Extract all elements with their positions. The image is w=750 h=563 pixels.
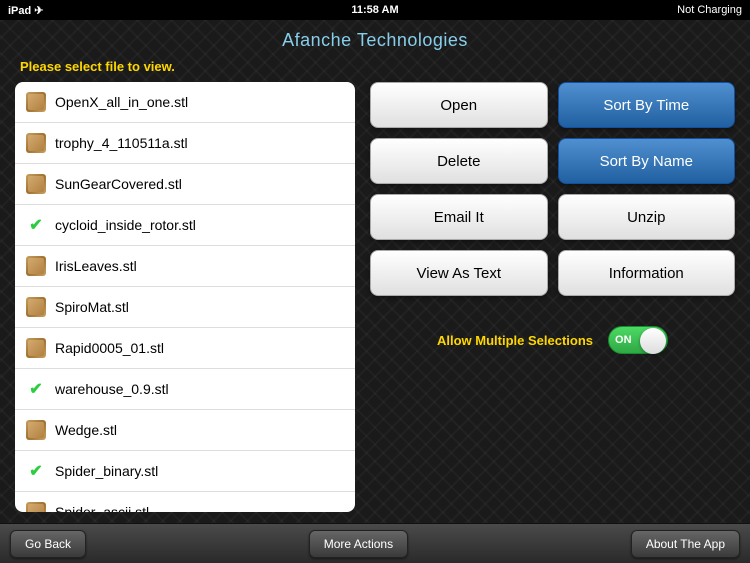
go-back-button[interactable]: Go Back	[10, 530, 86, 558]
file-name: Wedge.stl	[55, 422, 117, 438]
email-it-button[interactable]: Email It	[370, 194, 548, 240]
box-icon	[25, 173, 47, 195]
box-icon	[25, 419, 47, 441]
toggle-label: ON	[615, 334, 632, 346]
sort-by-name-button[interactable]: Sort By Name	[558, 138, 736, 184]
status-left: iPad ✈	[8, 4, 44, 17]
allow-multiple-toggle[interactable]: ON	[608, 326, 668, 354]
check-icon: ✔	[25, 214, 47, 236]
file-name: trophy_4_110511a.stl	[55, 135, 188, 151]
file-name: Spider_ascii.stl	[55, 504, 149, 512]
file-list-item[interactable]: OpenX_all_in_one.stl	[15, 82, 355, 123]
file-list-item[interactable]: ✔ Spider_binary.stl	[15, 451, 355, 492]
toggle-knob	[640, 328, 666, 354]
status-time: 11:58 AM	[351, 4, 398, 16]
subtitle: Please select file to view.	[20, 59, 735, 74]
file-name: SpiroMat.stl	[55, 299, 129, 315]
layout-row: OpenX_all_in_one.stl trophy_4_110511a.stl…	[15, 82, 735, 512]
file-list-item[interactable]: ✔ cycloid_inside_rotor.stl	[15, 205, 355, 246]
unzip-button[interactable]: Unzip	[558, 194, 736, 240]
file-list-item[interactable]: trophy_4_110511a.stl	[15, 123, 355, 164]
box-icon	[25, 501, 47, 512]
file-list-item[interactable]: ✔ warehouse_0.9.stl	[15, 369, 355, 410]
app-title: Afanche Technologies	[15, 30, 735, 51]
file-name: IrisLeaves.stl	[55, 258, 137, 274]
sort-by-time-button[interactable]: Sort By Time	[558, 82, 736, 128]
buttons-grid: Open Sort By Time Delete Sort By Name Em…	[370, 82, 735, 296]
file-list-item[interactable]: IrisLeaves.stl	[15, 246, 355, 287]
file-list-item[interactable]: SpiroMat.stl	[15, 287, 355, 328]
file-name: cycloid_inside_rotor.stl	[55, 217, 196, 233]
view-as-text-button[interactable]: View As Text	[370, 250, 548, 296]
file-name: Spider_binary.stl	[55, 463, 158, 479]
open-button[interactable]: Open	[370, 82, 548, 128]
check-icon: ✔	[25, 378, 47, 400]
box-icon	[25, 255, 47, 277]
status-right: Not Charging	[677, 4, 742, 16]
box-icon	[25, 132, 47, 154]
bottom-toolbar: Go Back More Actions About The App	[0, 523, 750, 563]
status-bar: iPad ✈ 11:58 AM Not Charging	[0, 0, 750, 20]
file-name: Rapid0005_01.stl	[55, 340, 164, 356]
main-content: Afanche Technologies Please select file …	[0, 20, 750, 523]
file-name: warehouse_0.9.stl	[55, 381, 169, 397]
file-list-item[interactable]: Wedge.stl	[15, 410, 355, 451]
right-panel: Open Sort By Time Delete Sort By Name Em…	[370, 82, 735, 512]
allow-multiple-row: Allow Multiple Selections ON	[370, 326, 735, 354]
file-list[interactable]: OpenX_all_in_one.stl trophy_4_110511a.stl…	[15, 82, 355, 512]
file-name: SunGearCovered.stl	[55, 176, 182, 192]
allow-multiple-label: Allow Multiple Selections	[437, 333, 593, 348]
check-icon: ✔	[25, 460, 47, 482]
information-button[interactable]: Information	[558, 250, 736, 296]
box-icon	[25, 91, 47, 113]
file-list-item[interactable]: Spider_ascii.stl	[15, 492, 355, 512]
file-name: OpenX_all_in_one.stl	[55, 94, 188, 110]
file-list-item[interactable]: SunGearCovered.stl	[15, 164, 355, 205]
about-the-app-button[interactable]: About The App	[631, 530, 740, 558]
more-actions-button[interactable]: More Actions	[309, 530, 408, 558]
delete-button[interactable]: Delete	[370, 138, 548, 184]
file-list-item[interactable]: Rapid0005_01.stl	[15, 328, 355, 369]
box-icon	[25, 296, 47, 318]
box-icon	[25, 337, 47, 359]
